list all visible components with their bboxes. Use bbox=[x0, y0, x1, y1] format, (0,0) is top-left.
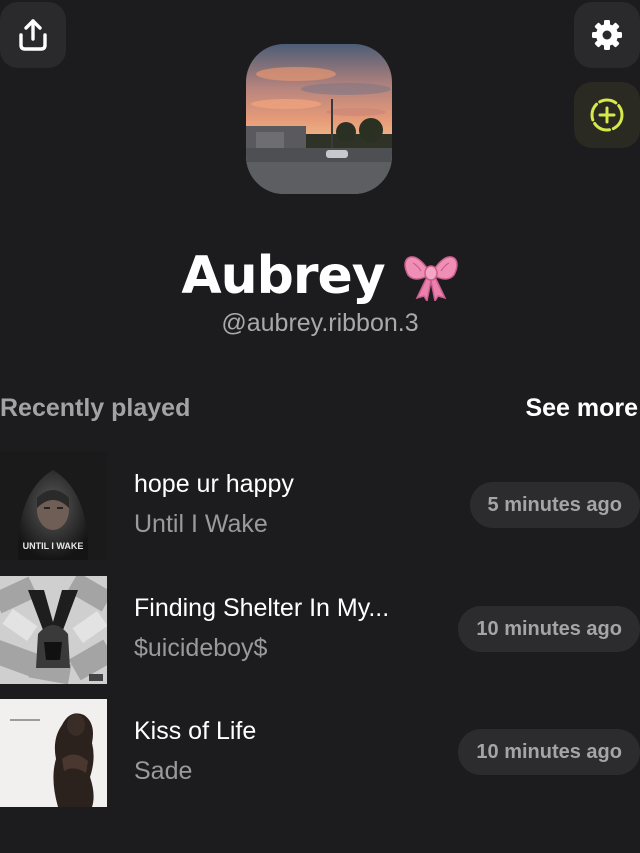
album-art bbox=[0, 699, 107, 807]
album-art-label: UNTIL I WAKE bbox=[23, 541, 84, 551]
username-handle: @aubrey.ribbon.3 bbox=[221, 309, 419, 337]
gear-icon bbox=[592, 20, 622, 50]
avatar-photo bbox=[246, 44, 392, 194]
avatar[interactable] bbox=[246, 44, 392, 194]
settings-button[interactable] bbox=[574, 2, 640, 68]
track-artist: Sade bbox=[134, 757, 193, 785]
see-more-link[interactable]: See more bbox=[525, 394, 638, 423]
played-time-badge: 10 minutes ago bbox=[458, 729, 640, 775]
track-title: hope ur happy bbox=[134, 470, 294, 498]
track-row[interactable]: UNTIL I WAKE hope ur happy Until I Wake … bbox=[0, 452, 640, 560]
share-button[interactable] bbox=[0, 2, 66, 68]
played-time-badge: 5 minutes ago bbox=[469, 482, 640, 528]
profile-header: Aubrey bbox=[0, 246, 640, 306]
ribbon-emoji-icon bbox=[403, 256, 458, 301]
album-art: UNTIL I WAKE bbox=[0, 452, 107, 560]
track-artist: Until I Wake bbox=[134, 510, 268, 538]
track-title: Finding Shelter In My... bbox=[134, 594, 390, 622]
track-row[interactable]: Finding Shelter In My... $uicideboy$ 10 … bbox=[0, 576, 640, 684]
track-artist: $uicideboy$ bbox=[134, 634, 268, 662]
played-time-badge: 10 minutes ago bbox=[458, 606, 640, 652]
add-circle-icon bbox=[590, 98, 624, 132]
track-row[interactable]: Kiss of Life Sade 10 minutes ago bbox=[0, 699, 640, 807]
album-art bbox=[0, 576, 107, 684]
section-title: Recently played bbox=[0, 394, 191, 422]
share-icon bbox=[19, 19, 47, 51]
track-title: Kiss of Life bbox=[134, 717, 257, 745]
add-friend-button[interactable] bbox=[574, 82, 640, 148]
display-name: Aubrey bbox=[181, 246, 385, 306]
